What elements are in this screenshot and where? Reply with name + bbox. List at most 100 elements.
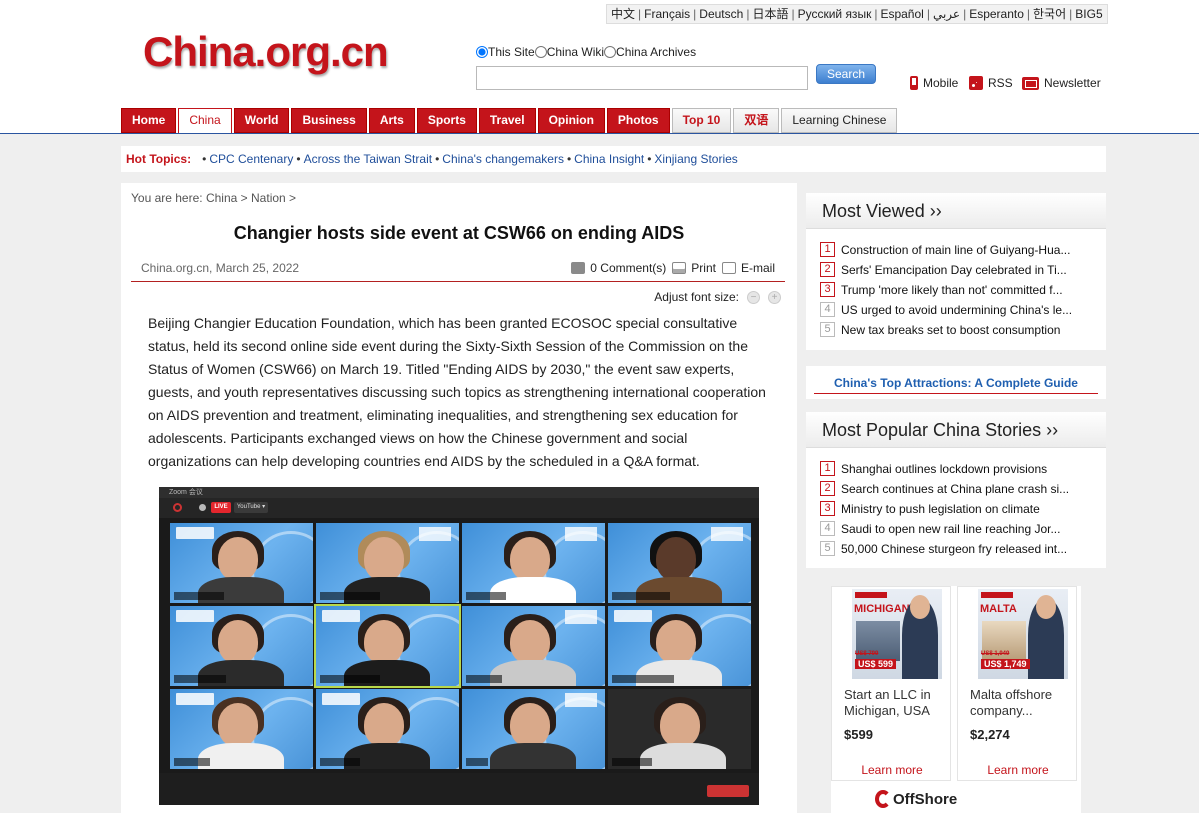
hot-topic-link[interactable]: Xinjiang Stories <box>654 152 737 166</box>
lang-big5[interactable]: BIG5 <box>1075 7 1102 21</box>
newsletter-link[interactable]: Newsletter <box>1022 76 1101 90</box>
list-item-title: Shanghai outlines lockdown provisions <box>841 461 1048 476</box>
hot-topic-link[interactable]: Across the Taiwan Strait <box>304 152 433 166</box>
printer-icon <box>672 262 687 274</box>
separator: | <box>791 7 795 21</box>
learn-more-button[interactable]: Learn more <box>832 763 952 777</box>
list-item[interactable]: 2 Serfs' Emancipation Day celebrated in T… <box>820 262 1067 277</box>
ad-block: 广告✕ MICHIGAN US$ 799 US$ 599 Start an LL… <box>831 586 1081 813</box>
print-link[interactable]: Print <box>672 261 716 275</box>
separator: | <box>926 7 930 21</box>
ad-card[interactable]: MALTA US$ 1,949 US$ 1,749 Malta offshore… <box>957 586 1077 781</box>
tab-sports[interactable]: Sports <box>416 108 477 133</box>
search-input[interactable] <box>476 66 808 90</box>
list-item-title: Ministry to push legislation on climate <box>841 501 1040 516</box>
breadcrumb-nation[interactable]: Nation <box>251 191 286 205</box>
radio-china-wiki[interactable] <box>534 46 547 58</box>
breadcrumb-china[interactable]: China <box>206 191 237 205</box>
participant-tile <box>462 689 605 769</box>
bullet: • <box>296 152 301 166</box>
ad-card[interactable]: MICHIGAN US$ 799 US$ 599 Start an LLC in… <box>831 586 951 781</box>
tab-world[interactable]: World <box>233 108 290 133</box>
participant-tile-speaking <box>314 604 461 688</box>
bullet: • <box>647 152 652 166</box>
lang-spanish[interactable]: Español <box>880 7 923 21</box>
tab-opinion[interactable]: Opinion <box>537 108 605 133</box>
list-item[interactable]: 5 50,000 Chinese sturgeon fry released in… <box>820 541 1067 556</box>
list-item[interactable]: 1 Construction of main line of Guiyang-Hu… <box>820 242 1070 257</box>
hot-topics-bar: Hot Topics: • CPC Centenary • Across the Tai… <box>121 146 1106 172</box>
list-item[interactable]: 3 Trump 'more likely than not' committed … <box>820 282 1063 297</box>
tab-arts[interactable]: Arts <box>368 108 415 133</box>
tab-photos[interactable]: Photos <box>606 108 670 133</box>
lang-arabic[interactable]: عربي <box>933 7 960 21</box>
ad-image: MICHIGAN US$ 799 US$ 599 <box>852 589 942 679</box>
radio-china-archives[interactable] <box>604 46 617 58</box>
email-link[interactable]: E-mail <box>721 261 775 275</box>
font-decrease-icon[interactable]: − <box>747 290 760 304</box>
hot-topics-label: Hot Topics: <box>126 152 192 166</box>
list-item[interactable]: 3 Ministry to push legislation on climate <box>820 501 1040 516</box>
lang-esperanto[interactable]: Esperanto <box>969 7 1024 21</box>
bullet: • <box>202 152 207 166</box>
tab-top10[interactable]: Top 10 <box>671 108 732 133</box>
font-size-control: Adjust font size: − + <box>654 290 781 304</box>
search-button[interactable]: Search <box>816 64 876 84</box>
list-item[interactable]: 1 Shanghai outlines lockdown provisions <box>820 461 1047 476</box>
font-increase-icon[interactable]: + <box>768 290 781 304</box>
most-viewed-box: Most Viewed ›› 1 Construction of main lin… <box>806 193 1106 350</box>
comments-link[interactable]: 0 Comment(s) <box>571 261 666 275</box>
bullet: • <box>566 152 572 166</box>
list-item[interactable]: 5 New tax breaks set to boost consumption <box>820 322 1060 337</box>
lang-korean[interactable]: 한국어 <box>1033 7 1066 21</box>
lang-russian[interactable]: Русский язык <box>798 7 872 21</box>
separator: | <box>638 7 642 21</box>
participant-tile <box>462 523 605 603</box>
search-scope-archives[interactable]: China Archives <box>604 45 696 59</box>
hot-topic-link[interactable]: China's changemakers <box>442 152 564 166</box>
list-item[interactable]: 4 Saudi to open new rail line reaching Jo… <box>820 521 1060 536</box>
tab-travel[interactable]: Travel <box>478 108 536 133</box>
list-item[interactable]: 2 Search continues at China plane crash s… <box>820 481 1069 496</box>
tab-learning-chinese[interactable]: Learning Chinese <box>781 108 898 133</box>
tab-business[interactable]: Business <box>291 108 367 133</box>
bullet: • <box>435 152 440 166</box>
list-item-title: Trump 'more likely than not' committed f… <box>841 282 1063 297</box>
participant-tile <box>462 606 605 686</box>
lang-french[interactable]: Français <box>644 7 690 21</box>
rss-link[interactable]: RSS <box>969 76 1013 90</box>
zoom-controls-bar <box>159 773 759 805</box>
tab-bilingual[interactable]: 双语 <box>733 108 780 133</box>
status-dot-icon <box>199 504 206 511</box>
tab-home[interactable]: Home <box>121 108 177 133</box>
ad-brand[interactable]: OffShore <box>893 791 957 808</box>
ad-title: Malta offshore company... <box>970 687 1053 718</box>
guide-link[interactable]: China's Top Attractions: A Complete Guid… <box>814 372 1098 394</box>
learn-more-button[interactable]: Learn more <box>958 763 1078 777</box>
participant-tile <box>608 523 751 603</box>
hot-topic-link[interactable]: China Insight <box>574 152 644 166</box>
live-badge: LIVE <box>211 502 231 513</box>
ad-city: MICHIGAN <box>854 603 910 615</box>
mobile-icon <box>910 76 918 90</box>
hot-topic-link[interactable]: CPC Centenary <box>209 152 293 166</box>
lang-japanese[interactable]: 日本語 <box>752 7 788 21</box>
newsletter-label: Newsletter <box>1044 76 1101 90</box>
tab-china[interactable]: China <box>178 108 232 133</box>
lang-german[interactable]: Deutsch <box>699 7 743 21</box>
site-logo[interactable]: China.org.cn <box>143 28 389 76</box>
mobile-link[interactable]: Mobile <box>910 76 958 90</box>
most-popular-title[interactable]: Most Popular China Stories ›› <box>806 412 1106 448</box>
rank-number: 2 <box>820 481 835 496</box>
lang-chinese[interactable]: 中文 <box>611 7 635 21</box>
list-item[interactable]: 4 US urged to avoid undermining China's l… <box>820 302 1072 317</box>
search-scope-site[interactable]: This Site <box>476 45 535 59</box>
most-viewed-title[interactable]: Most Viewed ›› <box>806 193 1106 229</box>
radio-label: China Archives <box>616 45 697 59</box>
list-item-title: Construction of main line of Guiyang-Hua… <box>841 242 1071 257</box>
brand-mark <box>855 592 887 598</box>
print-label: Print <box>691 261 716 275</box>
search-scope-wiki[interactable]: China Wiki <box>534 45 604 59</box>
radio-this-site[interactable] <box>476 46 488 58</box>
ad-old-price: US$ 799 <box>855 651 879 657</box>
